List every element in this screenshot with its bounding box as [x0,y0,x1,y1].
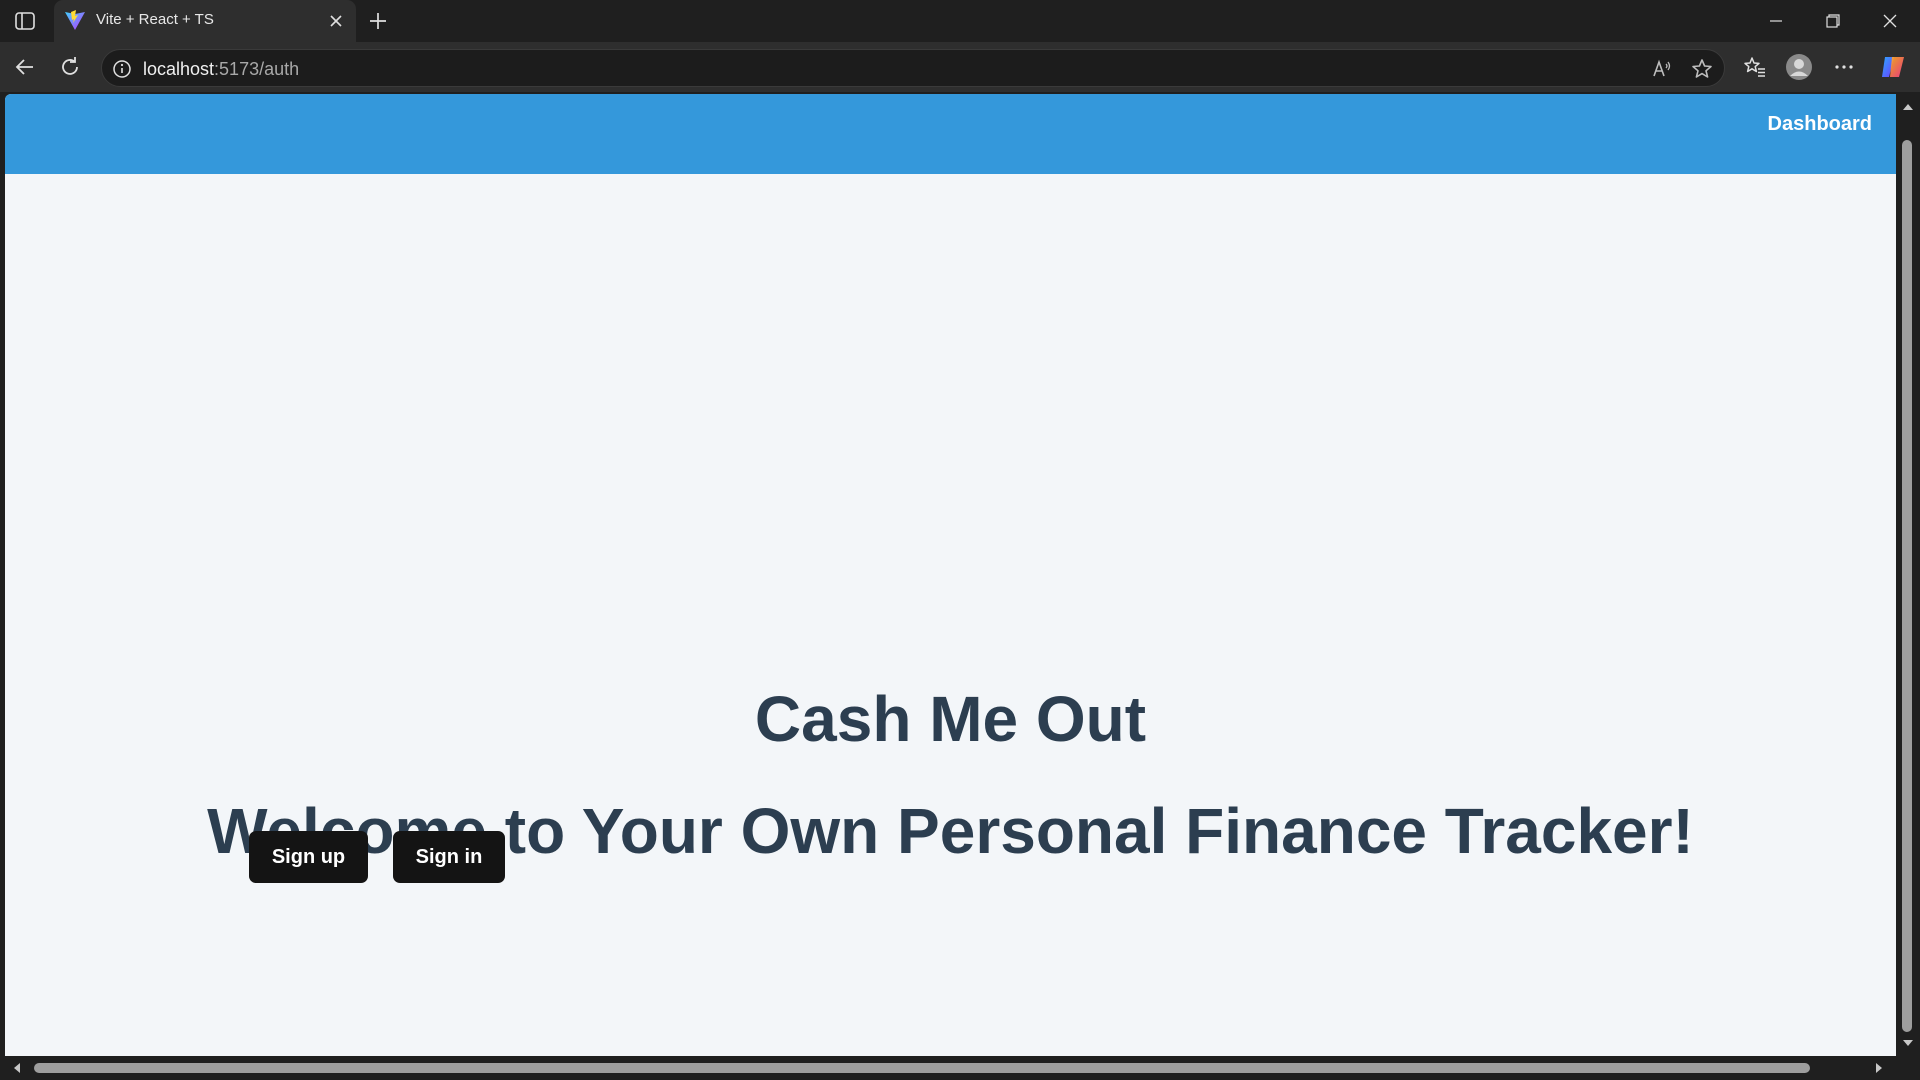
refresh-icon[interactable] [55,52,85,82]
url-path: :5173/auth [214,59,300,79]
vertical-scroll-thumb[interactable] [1902,140,1912,1032]
read-aloud-icon[interactable] [1650,57,1674,81]
scroll-right-arrow-icon[interactable] [1872,1061,1886,1075]
restore-icon[interactable] [1813,8,1853,34]
browser-tab-bar: Vite + React + TS [0,0,1920,42]
scroll-down-arrow-icon[interactable] [1901,1036,1915,1050]
horizontal-scrollbar[interactable] [0,1056,1896,1080]
vite-logo-icon [64,9,86,31]
app-header: Dashboard [5,94,1896,174]
address-bar[interactable]: localhost:5173/auth [101,49,1725,87]
url-host: localhost [143,59,215,79]
scroll-up-arrow-icon[interactable] [1901,100,1915,114]
horizontal-scroll-thumb[interactable] [34,1063,1810,1073]
page-title: Cash Me Out [754,683,1147,755]
sign-up-button[interactable]: Sign up [249,831,368,883]
url-text[interactable]: localhost:5173/auth [143,59,299,80]
browser-toolbar: localhost:5173/auth [0,42,1920,92]
vertical-scrollbar[interactable] [1896,94,1920,1056]
more-options-icon[interactable] [1830,53,1858,81]
scroll-left-arrow-icon[interactable] [10,1061,24,1075]
close-tab-icon[interactable] [326,11,346,31]
new-tab-icon[interactable] [366,9,390,33]
sign-in-button[interactable]: Sign in [393,831,505,883]
favorites-icon[interactable] [1741,53,1769,81]
back-arrow-icon[interactable] [10,52,40,82]
tab-actions-icon[interactable] [12,9,38,33]
close-window-icon[interactable] [1870,8,1910,34]
browser-tab-active[interactable]: Vite + React + TS [54,0,356,42]
dashboard-link[interactable]: Dashboard [1768,113,1872,136]
tab-title: Vite + React + TS [96,11,214,28]
site-info-icon[interactable] [112,59,132,79]
minimize-icon[interactable] [1756,8,1796,34]
page-viewport: Dashboard Cash Me Out Welcome to Your Ow… [5,94,1896,1056]
copilot-icon[interactable] [1879,53,1907,81]
profile-avatar-icon[interactable] [1785,53,1813,81]
favorite-star-icon[interactable] [1690,57,1714,81]
